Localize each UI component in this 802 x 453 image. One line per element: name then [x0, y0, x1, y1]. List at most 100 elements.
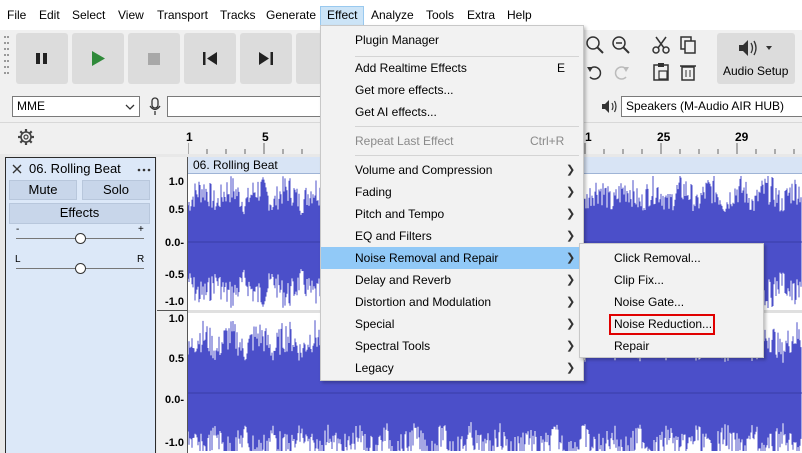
chevron-right-icon: ❯ [566, 252, 576, 264]
menu-separator [355, 155, 579, 156]
menu-help[interactable]: Help [507, 7, 532, 23]
chevron-right-icon: ❯ [566, 186, 576, 198]
menu-transport[interactable]: Transport [157, 7, 208, 23]
pause-icon [36, 53, 47, 64]
menu-item-repair[interactable]: Repair [580, 335, 763, 357]
menu-item-noise-gate[interactable]: Noise Gate... [580, 291, 763, 313]
menu-tools[interactable]: Tools [426, 7, 454, 23]
menu-item-pitch-and-tempo[interactable]: Pitch and Tempo ❯ [321, 203, 583, 225]
chevron-right-icon: ❯ [566, 164, 576, 176]
microphone-icon [149, 97, 161, 115]
ruler-label: 25 [657, 130, 671, 144]
skip-to-start-button[interactable] [184, 33, 236, 84]
menu-analyze[interactable]: Analyze [371, 7, 414, 23]
channel-divider [157, 310, 188, 311]
vruler-label: 1.0 [168, 176, 184, 188]
menu-item-add-realtime-effects[interactable]: Add Realtime Effects E [321, 57, 583, 79]
audio-host-value: MME [17, 99, 45, 113]
menu-tracks[interactable]: Tracks [220, 7, 256, 23]
chevron-right-icon: ❯ [566, 208, 576, 220]
paste-icon [653, 63, 669, 81]
recording-device-select[interactable] [167, 96, 327, 117]
menu-effect[interactable]: Effect [327, 7, 357, 23]
effects-button[interactable]: Effects [9, 203, 150, 224]
menu-item-click-removal[interactable]: Click Removal... [580, 247, 763, 269]
pan-slider-thumb[interactable] [75, 263, 86, 274]
delete-button[interactable] [677, 61, 699, 83]
speaker-icon [602, 100, 617, 113]
zoom-in-button[interactable] [584, 34, 606, 56]
vruler-label: 0.0- [165, 237, 184, 249]
play-button[interactable] [72, 33, 124, 84]
speaker-icon [739, 40, 772, 56]
scissors-icon [652, 36, 670, 54]
paste-button[interactable] [650, 61, 672, 83]
redo-button[interactable] [610, 61, 632, 83]
menu-item-fading[interactable]: Fading ❯ [321, 181, 583, 203]
ruler-label: 5 [262, 130, 269, 144]
trash-icon [680, 65, 696, 81]
track-control-panel[interactable]: 06. Rolling Beat Mute Solo Effects - + L… [5, 157, 156, 453]
gain-slider-thumb[interactable] [75, 233, 86, 244]
menu-item-spectral-tools[interactable]: Spectral Tools ❯ [321, 335, 583, 357]
copy-button[interactable] [677, 34, 699, 56]
menu-item-get-more-effects[interactable]: Get more effects... [321, 79, 583, 101]
clip-name: 06. Rolling Beat [193, 158, 278, 172]
menu-edit[interactable]: Edit [39, 7, 60, 23]
menu-item-repeat-last-effect: Repeat Last Effect Ctrl+R [355, 134, 565, 148]
menu-item-get-ai-effects[interactable]: Get AI effects... [321, 101, 583, 123]
skip-end-icon [259, 52, 273, 65]
chevron-right-icon: ❯ [566, 318, 576, 330]
zoom-in-icon [586, 36, 604, 54]
chevron-right-icon: ❯ [566, 362, 576, 374]
solo-button[interactable]: Solo [82, 180, 150, 200]
menu-item-volume-and-compression[interactable]: Volume and Compression ❯ [321, 159, 583, 181]
audio-setup-button[interactable]: Audio Setup [717, 33, 795, 84]
effect-menu: Plugin Manager Add Realtime Effects E Get… [320, 25, 584, 381]
ruler-label: 29 [735, 130, 749, 144]
menu-item-distortion-and-modulation[interactable]: Distortion and Modulation ❯ [321, 291, 583, 313]
stop-button[interactable] [128, 33, 180, 84]
menu-item-plugin-manager[interactable]: Plugin Manager [321, 29, 583, 51]
more-options-icon[interactable] [136, 166, 152, 174]
amplitude-ruler: 1.0 0.5 0.0- -0.5 -1.0 1.0 0.5 0.0- -1.0 [157, 157, 188, 453]
track-name[interactable]: 06. Rolling Beat [29, 161, 133, 176]
skip-start-icon [203, 52, 217, 65]
menu-item-clip-fix[interactable]: Clip Fix... [580, 269, 763, 291]
gear-icon[interactable] [16, 127, 36, 147]
playback-device-value: Speakers (M-Audio AIR HUB) [626, 99, 785, 113]
skip-to-end-button[interactable] [240, 33, 292, 84]
zoom-out-button[interactable] [610, 34, 632, 56]
menu-view[interactable]: View [118, 7, 144, 23]
noise-reduction-highlight-box [609, 314, 715, 335]
vruler-label: 0.5 [168, 353, 184, 365]
record-button[interactable] [296, 33, 322, 84]
audio-host-select[interactable]: MME [12, 96, 140, 117]
vruler-label: -1.0 [165, 437, 184, 449]
ruler-label: 1 [585, 130, 592, 144]
menu-select[interactable]: Select [72, 7, 105, 23]
stop-icon [148, 53, 160, 65]
pause-button[interactable] [16, 33, 68, 84]
undo-button[interactable] [584, 61, 606, 83]
menu-generate[interactable]: Generate [266, 7, 316, 23]
menu-item-special[interactable]: Special ❯ [321, 313, 583, 335]
menu-item-delay-and-reverb[interactable]: Delay and Reverb ❯ [321, 269, 583, 291]
menu-item-eq-and-filters[interactable]: EQ and Filters ❯ [321, 225, 583, 247]
vruler-label: 0.5 [168, 204, 184, 216]
close-icon[interactable] [11, 163, 23, 175]
pan-left-label: L [15, 254, 21, 265]
gain-minus-label: - [16, 224, 20, 235]
audio-setup-label: Audio Setup [723, 64, 789, 78]
menu-file[interactable]: File [7, 7, 26, 23]
cut-button[interactable] [650, 34, 672, 56]
mute-button[interactable]: Mute [9, 180, 77, 200]
menu-item-noise-removal-and-repair[interactable]: Noise Removal and Repair ❯ [321, 247, 583, 269]
noise-removal-submenu: Click Removal... Clip Fix... Noise Gate.… [579, 243, 764, 358]
vruler-label: 1.0 [168, 313, 184, 325]
play-icon [92, 51, 105, 66]
menu-extra[interactable]: Extra [467, 7, 495, 23]
toolbar-grip[interactable] [4, 36, 9, 80]
playback-device-select[interactable]: Speakers (M-Audio AIR HUB) [621, 96, 802, 117]
menu-item-legacy[interactable]: Legacy ❯ [321, 357, 583, 379]
